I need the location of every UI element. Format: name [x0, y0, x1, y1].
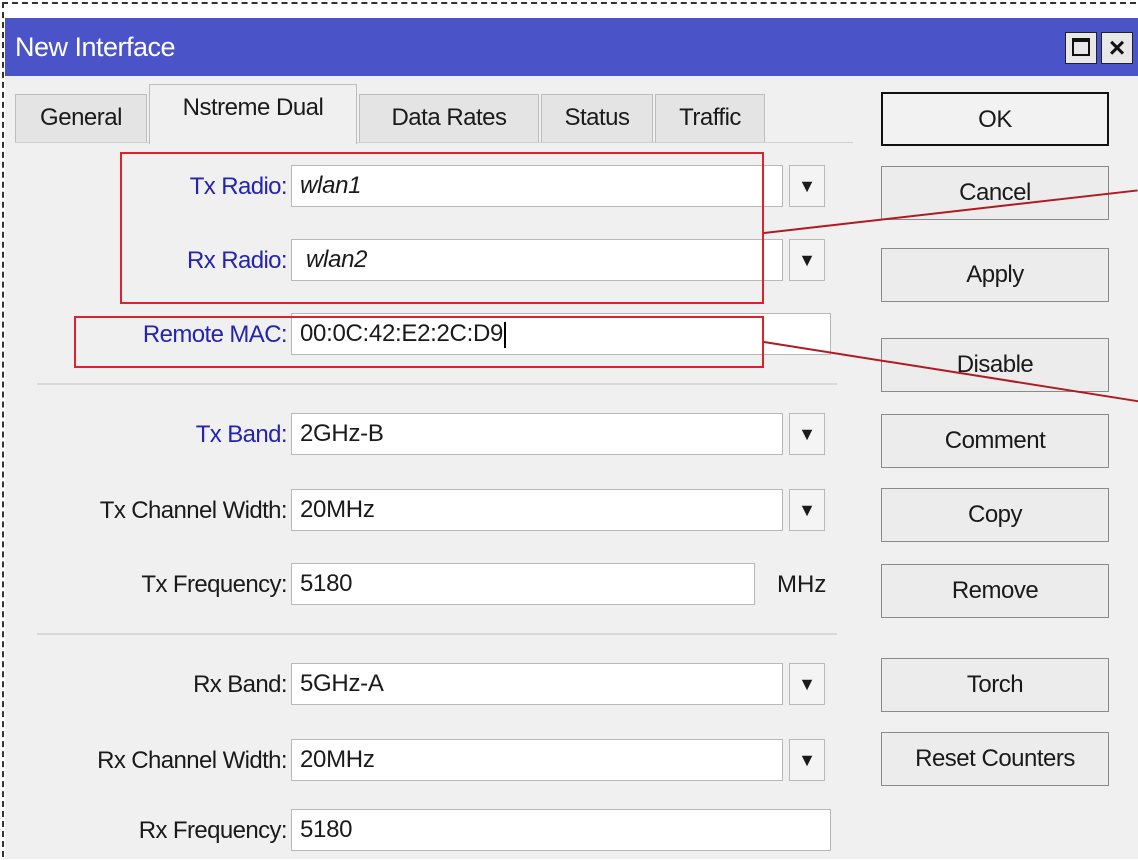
annotation-box-remote-mac [74, 316, 764, 368]
apply-button[interactable]: Apply [881, 248, 1109, 302]
window-titlebar[interactable]: New Interface × [5, 18, 1138, 76]
reset-counters-button[interactable]: Reset Counters [881, 732, 1109, 786]
section-divider [37, 633, 837, 635]
copy-button[interactable]: Copy [881, 488, 1109, 542]
dropdown-arrow-icon[interactable]: ▼ [789, 663, 825, 705]
tx-band-label: Tx Band: [195, 421, 288, 448]
rx-frequency-input[interactable]: 5180 [291, 809, 831, 851]
rx-band-label: Rx Band: [193, 671, 288, 698]
tx-band-row: Tx Band: [15, 413, 288, 457]
rx-channel-width-select[interactable]: 20MHz [291, 739, 783, 781]
tab-nstreme-dual[interactable]: Nstreme Dual [149, 84, 357, 144]
rx-frequency-label: Rx Frequency: [138, 817, 288, 844]
rx-channel-width-label: Rx Channel Width: [97, 747, 287, 774]
tx-frequency-unit: MHz [777, 571, 827, 598]
tab-traffic[interactable]: Traffic [655, 94, 765, 142]
close-icon[interactable]: × [1101, 32, 1133, 64]
cancel-button[interactable]: Cancel [881, 166, 1109, 220]
dropdown-arrow-icon[interactable]: ▼ [789, 489, 825, 531]
dropdown-arrow-icon[interactable]: ▼ [789, 739, 825, 781]
torch-button[interactable]: Torch [881, 658, 1109, 712]
tx-band-select[interactable]: 2GHz-B [291, 413, 783, 455]
annotation-box-radios [120, 152, 764, 304]
remove-button[interactable]: Remove [881, 564, 1109, 618]
dropdown-arrow-icon[interactable]: ▼ [789, 165, 825, 207]
tab-general[interactable]: General [15, 94, 147, 142]
rx-band-select[interactable]: 5GHz-A [291, 663, 783, 705]
rx-band-row: Rx Band: [15, 663, 288, 707]
section-divider [37, 383, 837, 385]
tx-channel-width-select[interactable]: 20MHz [291, 489, 783, 531]
tx-channel-width-row: Tx Channel Width: [15, 489, 288, 533]
tx-channel-width-label: Tx Channel Width: [99, 497, 288, 524]
comment-button[interactable]: Comment [881, 414, 1109, 468]
tx-frequency-input[interactable]: 5180 [291, 563, 755, 605]
maximize-icon[interactable] [1065, 32, 1097, 64]
dropdown-arrow-icon[interactable]: ▼ [789, 413, 825, 455]
tx-frequency-row: Tx Frequency: [15, 563, 287, 607]
tx-frequency-label: Tx Frequency: [141, 571, 287, 598]
tab-status[interactable]: Status [541, 94, 653, 142]
dropdown-arrow-icon[interactable]: ▼ [789, 239, 825, 281]
tab-data-rates[interactable]: Data Rates [359, 94, 539, 142]
rx-frequency-row: Rx Frequency: [15, 809, 288, 853]
rx-channel-width-row: Rx Channel Width: [15, 739, 287, 783]
window-title: New Interface [15, 32, 176, 62]
ok-button[interactable]: OK [881, 92, 1109, 146]
